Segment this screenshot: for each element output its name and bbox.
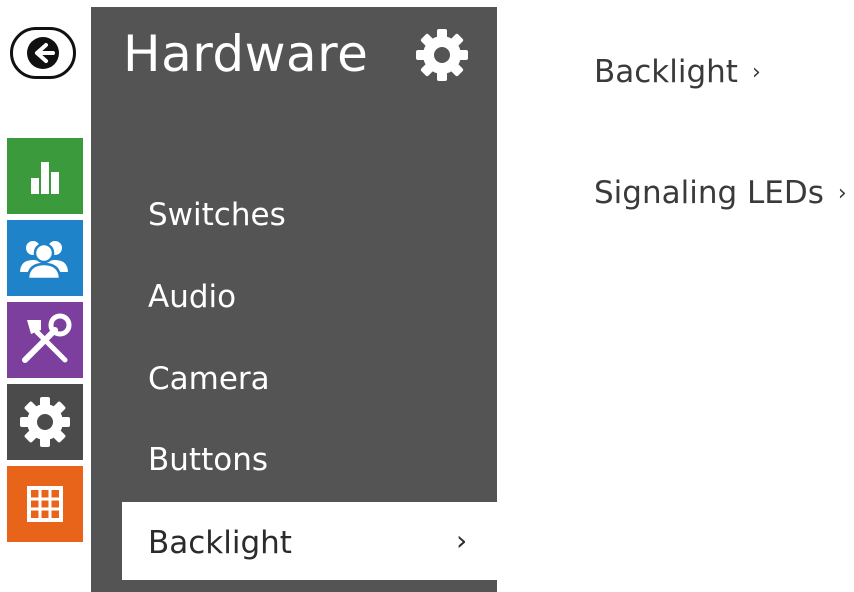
menu-item-switches[interactable]: Switches xyxy=(148,197,286,233)
link-label: Backlight xyxy=(594,54,738,90)
hardware-menu-panel: Hardware Switches Audio Camera Buttons B… xyxy=(91,7,498,592)
grid-icon xyxy=(27,486,63,522)
link-label: Signaling LEDs xyxy=(594,175,824,211)
users-icon xyxy=(17,239,71,281)
chevron-right-icon: › xyxy=(456,524,468,557)
gear-icon xyxy=(416,29,468,81)
page-title: Hardware xyxy=(123,25,369,83)
nav-status-button[interactable] xyxy=(7,138,83,214)
nav-services-button[interactable] xyxy=(7,302,83,378)
backlight-link[interactable]: Backlight › xyxy=(594,54,761,90)
menu-item-buttons[interactable]: Buttons xyxy=(148,442,268,478)
bar-chart-icon xyxy=(31,162,59,194)
menu-item-audio[interactable]: Audio xyxy=(148,279,236,315)
nav-hardware-button[interactable] xyxy=(7,384,83,460)
page: Hardware Switches Audio Camera Buttons B… xyxy=(0,0,854,592)
menu-item-label: Backlight xyxy=(148,525,292,561)
arrow-left-icon xyxy=(27,37,59,69)
nav-system-button[interactable] xyxy=(7,466,83,542)
chevron-right-icon: › xyxy=(751,60,761,85)
chevron-right-icon: › xyxy=(837,181,847,206)
gear-icon xyxy=(20,397,70,447)
nav-users-button[interactable] xyxy=(7,220,83,296)
menu-item-camera[interactable]: Camera xyxy=(148,361,270,397)
tools-icon xyxy=(22,313,72,363)
menu-item-backlight[interactable]: Backlight › xyxy=(122,502,498,580)
back-button[interactable] xyxy=(10,27,76,79)
signaling-leds-link[interactable]: Signaling LEDs › xyxy=(594,175,847,211)
